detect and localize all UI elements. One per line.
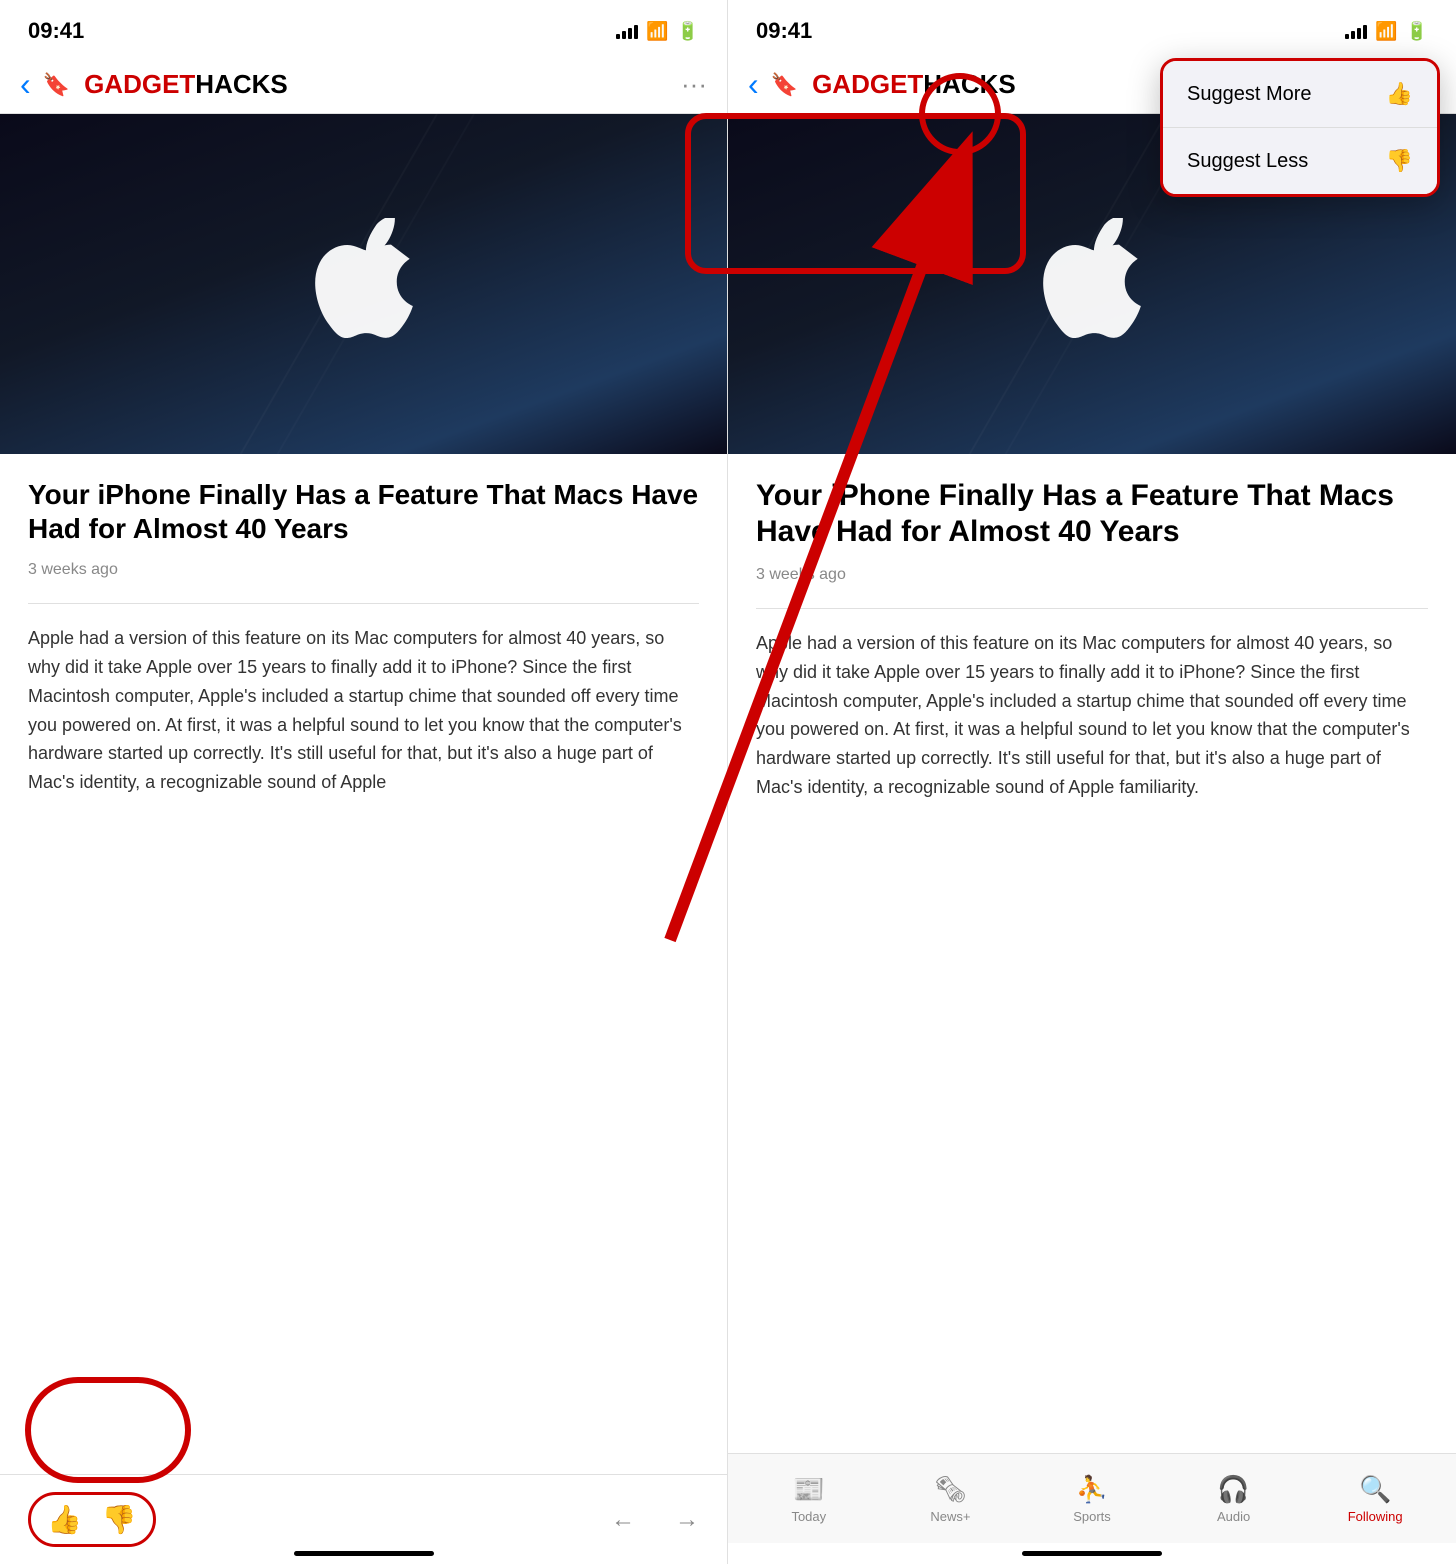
nav-arrows: ← → bbox=[611, 1506, 699, 1534]
thumbs-down-button[interactable]: 👎 bbox=[102, 1503, 137, 1536]
audio-label: Audio bbox=[1217, 1509, 1250, 1524]
audio-icon: 🎧 bbox=[1217, 1474, 1249, 1505]
prev-button[interactable]: ← bbox=[611, 1506, 635, 1534]
logo: GADGET HACKS bbox=[84, 69, 681, 100]
tab-sports[interactable]: ⛹ Sports bbox=[1021, 1466, 1163, 1532]
next-button[interactable]: → bbox=[675, 1506, 699, 1534]
left-phone-panel: 09:41 📶 🔋 ‹ 🔖 GADGET HACKS ··· bbox=[0, 0, 728, 1564]
suggest-more-label: Suggest More bbox=[1187, 83, 1312, 106]
bottom-tab-bar: 📰 Today 🗞 News+ ⛹ Sports 🎧 Audio 🔍 Follo… bbox=[728, 1453, 1456, 1543]
right-back-button[interactable]: ‹ bbox=[748, 66, 759, 103]
right-article-divider bbox=[756, 608, 1428, 609]
article-title: Your iPhone Finally Has a Feature That M… bbox=[28, 478, 699, 545]
sports-label: Sports bbox=[1073, 1509, 1111, 1524]
left-status-icons: 📶 🔋 bbox=[616, 21, 699, 42]
bookmark-button[interactable]: 🔖 bbox=[43, 72, 70, 98]
logo-gadget: GADGET bbox=[84, 69, 195, 100]
right-wifi-icon: 📶 bbox=[1375, 21, 1397, 42]
right-status-bar: 09:41 📶 🔋 bbox=[728, 0, 1456, 56]
following-label: Following bbox=[1348, 1509, 1403, 1524]
thumbs-down-dropdown-icon: 👎 bbox=[1386, 148, 1413, 174]
thumbs-up-dropdown-icon: 👍 bbox=[1386, 81, 1413, 107]
more-button[interactable]: ··· bbox=[681, 69, 707, 100]
right-battery-icon: 🔋 bbox=[1406, 21, 1428, 42]
right-article-date: 3 weeks ago bbox=[756, 566, 1428, 584]
right-logo-hacks: HACKS bbox=[923, 69, 1015, 100]
right-home-indicator bbox=[1022, 1551, 1162, 1556]
tab-newsplus[interactable]: 🗞 News+ bbox=[880, 1466, 1022, 1532]
suggest-more-item[interactable]: Suggest More 👍 bbox=[1163, 61, 1437, 128]
tab-audio[interactable]: 🎧 Audio bbox=[1163, 1466, 1305, 1532]
thumbs-up-button[interactable]: 👍 bbox=[47, 1503, 82, 1536]
thumbs-group: 👍 👎 bbox=[28, 1492, 156, 1547]
dropdown-menu: Suggest More 👍 Suggest Less 👎 bbox=[1160, 58, 1440, 197]
suggest-less-item[interactable]: Suggest Less 👎 bbox=[1163, 128, 1437, 194]
back-button[interactable]: ‹ bbox=[20, 66, 31, 103]
left-nav-bar: ‹ 🔖 GADGET HACKS ··· bbox=[0, 56, 727, 114]
right-article-content: Your iPhone Finally Has a Feature That M… bbox=[728, 454, 1456, 1453]
right-signal-icon bbox=[1345, 23, 1367, 39]
right-article-title: Your iPhone Finally Has a Feature That M… bbox=[756, 478, 1428, 550]
left-status-bar: 09:41 📶 🔋 bbox=[0, 0, 727, 56]
newsplus-label: News+ bbox=[930, 1509, 970, 1524]
right-status-time: 09:41 bbox=[756, 18, 812, 44]
hero-image bbox=[0, 114, 727, 454]
tab-following[interactable]: 🔍 Following bbox=[1304, 1466, 1446, 1532]
sports-icon: ⛹ bbox=[1076, 1474, 1108, 1505]
tab-today[interactable]: 📰 Today bbox=[738, 1466, 880, 1532]
left-bottom-bar: 👍 👎 ← → bbox=[0, 1474, 727, 1564]
following-icon: 🔍 bbox=[1359, 1474, 1391, 1505]
left-article-content: Your iPhone Finally Has a Feature That M… bbox=[0, 454, 727, 1474]
article-date: 3 weeks ago bbox=[28, 561, 699, 579]
battery-icon: 🔋 bbox=[677, 21, 699, 42]
wifi-icon: 📶 bbox=[646, 21, 668, 42]
signal-icon bbox=[616, 23, 638, 39]
right-status-icons: 📶 🔋 bbox=[1345, 21, 1428, 42]
right-phone-panel: 09:41 📶 🔋 ‹ 🔖 GADGET HACKS 👍 ··· Sugge bbox=[728, 0, 1456, 1564]
right-article-body: Apple had a version of this feature on i… bbox=[756, 629, 1428, 802]
left-status-time: 09:41 bbox=[28, 18, 84, 44]
today-label: Today bbox=[791, 1509, 826, 1524]
suggest-less-label: Suggest Less bbox=[1187, 150, 1308, 173]
right-logo-gadget: GADGET bbox=[812, 69, 923, 100]
right-bookmark-button[interactable]: 🔖 bbox=[771, 72, 798, 98]
newsplus-icon: 🗞 bbox=[934, 1474, 967, 1505]
home-indicator bbox=[294, 1551, 434, 1556]
article-divider bbox=[28, 603, 699, 604]
diagonal-lines bbox=[0, 114, 727, 454]
logo-hacks: HACKS bbox=[195, 69, 287, 100]
today-icon: 📰 bbox=[793, 1474, 825, 1505]
article-body: Apple had a version of this feature on i… bbox=[28, 624, 699, 797]
